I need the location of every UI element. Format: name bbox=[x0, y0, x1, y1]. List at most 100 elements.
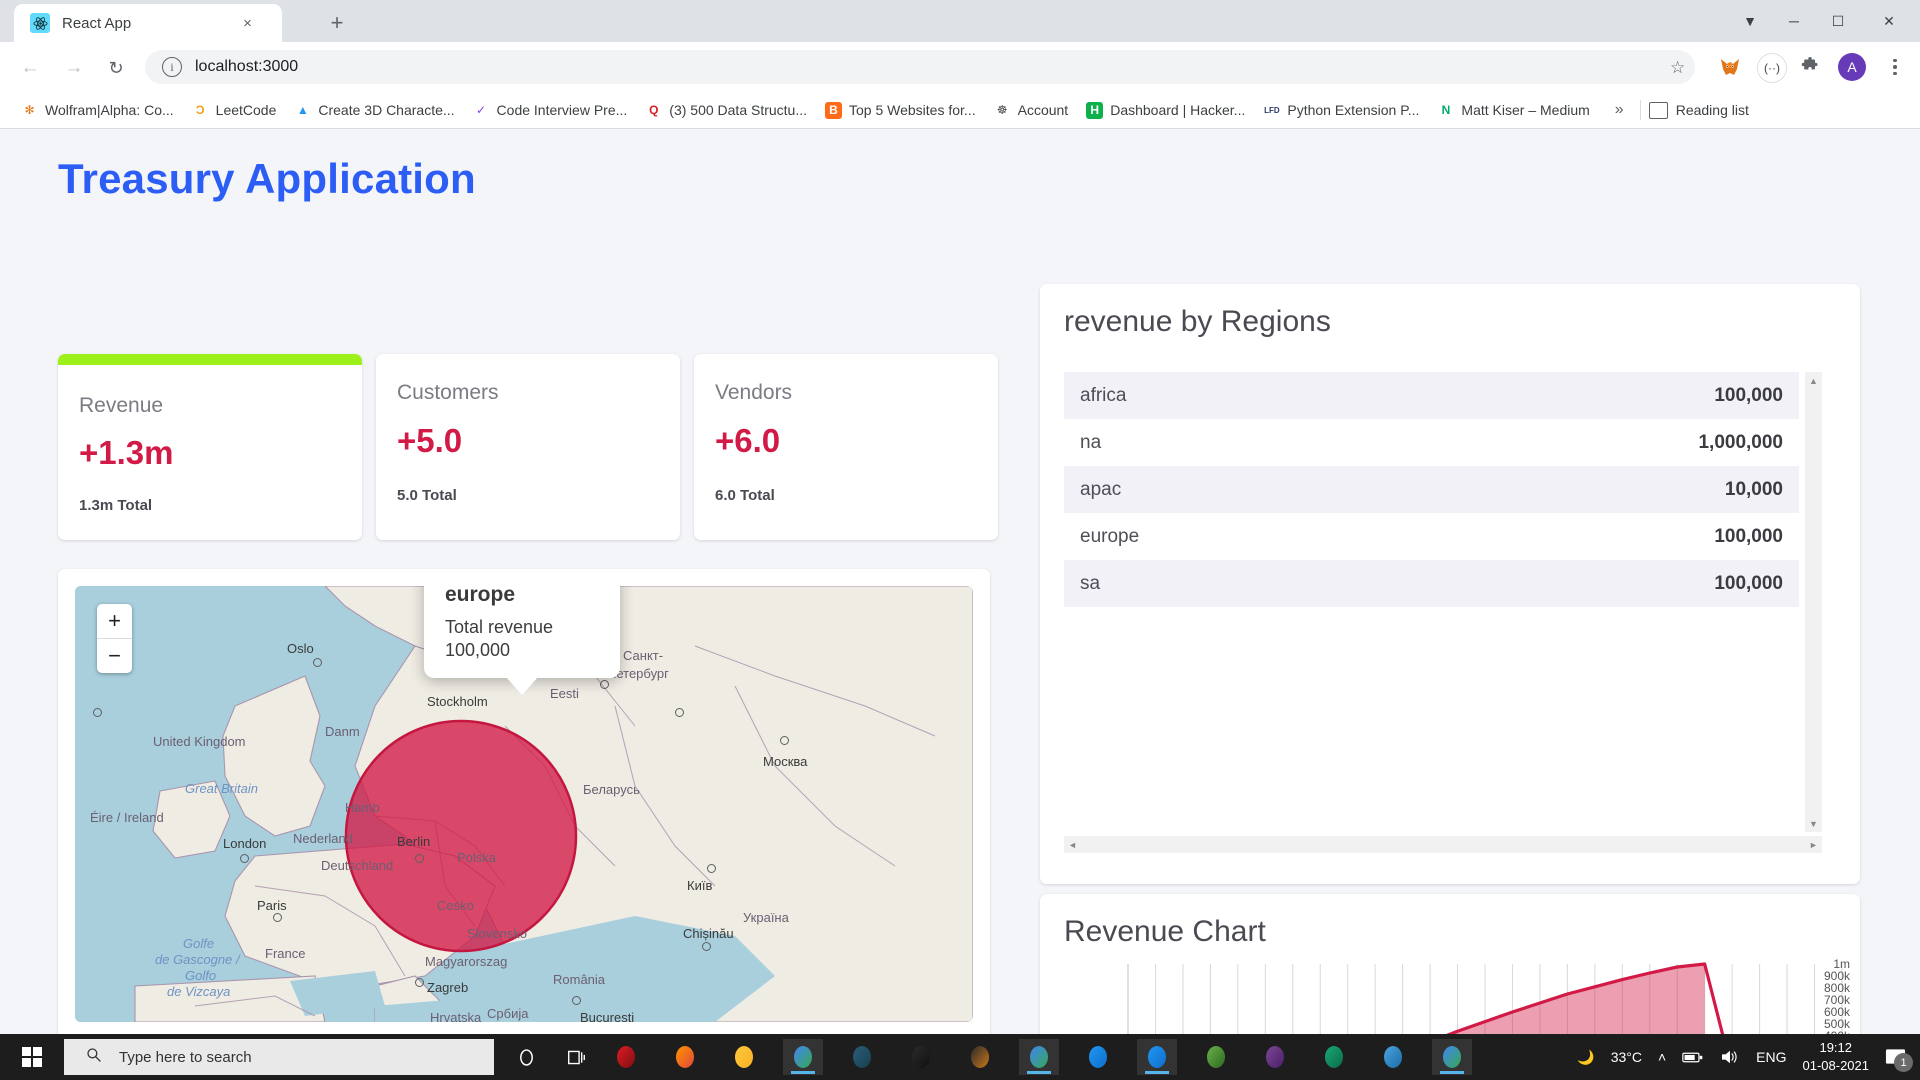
cortana-icon[interactable] bbox=[506, 1039, 546, 1075]
bookmark-favicon-icon: LFD bbox=[1264, 105, 1280, 115]
map-city-dot bbox=[415, 854, 424, 863]
taskbar-app-tor-browser[interactable] bbox=[1255, 1039, 1295, 1075]
bookmark-item[interactable]: ☸ Account bbox=[987, 97, 1076, 123]
chrome-canary-icon bbox=[1443, 1046, 1461, 1068]
revenue-chart[interactable]: 1m900k800k700k600k500k400k300k200k100k J… bbox=[1060, 956, 1850, 1034]
scroll-left-icon[interactable]: ◄ bbox=[1064, 836, 1081, 853]
maximize-button[interactable]: ☐ bbox=[1816, 0, 1860, 42]
task-view-icon[interactable] bbox=[556, 1039, 596, 1075]
bookmarks-overflow-icon[interactable]: » bbox=[1607, 101, 1632, 119]
regions-list[interactable]: africa 100,000 na 1,000,000 apac 10,000 europe… bbox=[1064, 372, 1822, 832]
address-bar[interactable]: i localhost:3000 bbox=[145, 50, 1695, 84]
taskbar-clock[interactable]: 19:12 01-08-2021 bbox=[1803, 1039, 1870, 1074]
reload-icon[interactable]: ↻ bbox=[100, 52, 132, 84]
bookmark-label: (3) 500 Data Structu... bbox=[669, 102, 808, 118]
map-city-dot bbox=[415, 978, 424, 987]
stat-cards: Revenue +1.3m 1.3m Total Customers +5.0 5.0 T… bbox=[58, 354, 998, 540]
forward-icon[interactable]: → bbox=[58, 52, 90, 84]
tray-expand-icon[interactable]: ˄ bbox=[1658, 1049, 1666, 1065]
region-name: sa bbox=[1080, 572, 1101, 594]
taskbar-app-vs-code[interactable] bbox=[1137, 1039, 1177, 1075]
language-indicator[interactable]: ENG bbox=[1756, 1049, 1786, 1065]
bookmark-favicon-icon: ✻ bbox=[24, 103, 35, 117]
bookmark-item[interactable]: Ɔ LeetCode bbox=[185, 97, 284, 123]
profile-avatar[interactable]: A bbox=[1838, 53, 1866, 81]
bookmark-star-icon[interactable]: ☆ bbox=[1670, 58, 1685, 78]
taskbar-app-chrome[interactable] bbox=[783, 1039, 823, 1075]
puzzle-icon[interactable] bbox=[1800, 57, 1820, 83]
minimize-button[interactable]: ─ bbox=[1772, 0, 1816, 42]
scroll-right-icon[interactable]: ► bbox=[1805, 836, 1822, 853]
site-info-icon[interactable]: i bbox=[162, 57, 182, 77]
table-row[interactable]: apac 10,000 bbox=[1064, 466, 1799, 513]
regions-horizontal-scrollbar[interactable]: ◄ ► bbox=[1064, 836, 1822, 853]
map-zoom-controls: + − bbox=[97, 604, 132, 673]
taskbar-app-chrome-canary[interactable] bbox=[1432, 1039, 1472, 1075]
temperature-label[interactable]: 33°C bbox=[1611, 1049, 1642, 1065]
region-value: 1,000,000 bbox=[1698, 431, 1783, 453]
taskbar-app-postman[interactable] bbox=[1196, 1039, 1236, 1075]
bookmark-item[interactable]: H Dashboard | Hacker... bbox=[1079, 97, 1252, 123]
taskbar-app-photoshop-arrow[interactable] bbox=[1078, 1039, 1118, 1075]
clock-time: 19:12 bbox=[1819, 1040, 1853, 1056]
browser-menu-icon[interactable] bbox=[1884, 54, 1906, 80]
bookmark-item[interactable]: ▲ Create 3D Characte... bbox=[287, 97, 461, 123]
tab-close-icon[interactable]: × bbox=[239, 15, 256, 32]
map-city-dot bbox=[313, 658, 322, 667]
reading-list-button[interactable]: Reading list bbox=[1648, 101, 1749, 119]
chart-title: Revenue Chart bbox=[1064, 915, 1266, 948]
zoom-out-button[interactable]: − bbox=[97, 639, 132, 673]
battery-icon[interactable] bbox=[1682, 1051, 1704, 1064]
taskbar-app-media-search[interactable] bbox=[1373, 1039, 1413, 1075]
file-explorer-icon bbox=[735, 1046, 753, 1068]
popup-close-icon[interactable]: × bbox=[599, 586, 609, 590]
bookmark-label: Account bbox=[1017, 102, 1069, 118]
taskbar-app-notion[interactable] bbox=[901, 1039, 941, 1075]
close-window-button[interactable]: ✕ bbox=[1864, 0, 1914, 42]
map-city-dot bbox=[600, 680, 609, 689]
volume-icon[interactable] bbox=[1720, 1049, 1740, 1065]
bookmark-item[interactable]: N Matt Kiser – Medium bbox=[1430, 97, 1596, 123]
taskbar-app-react-devtool[interactable] bbox=[1314, 1039, 1354, 1075]
weather-icon[interactable]: 🌙 bbox=[1577, 1049, 1594, 1066]
back-icon[interactable]: ← bbox=[14, 52, 46, 84]
metamask-icon[interactable] bbox=[1718, 55, 1742, 79]
bookmark-item[interactable]: LFD Python Extension P... bbox=[1256, 97, 1426, 123]
scroll-up-icon[interactable]: ▲ bbox=[1805, 372, 1822, 389]
stat-card: Revenue +1.3m 1.3m Total bbox=[58, 354, 362, 540]
bookmark-item[interactable]: Q (3) 500 Data Structu... bbox=[638, 97, 814, 123]
scroll-down-icon[interactable]: ▼ bbox=[1805, 815, 1822, 832]
taskbar-app-matlab[interactable] bbox=[842, 1039, 882, 1075]
new-tab-button[interactable]: + bbox=[322, 8, 352, 38]
taskbar-app-file-explorer[interactable] bbox=[724, 1039, 764, 1075]
bookmark-item[interactable]: ✻ Wolfram|Alpha: Co... bbox=[14, 97, 181, 123]
bookmark-item[interactable]: ✓ Code Interview Pre... bbox=[466, 97, 635, 123]
map-widget[interactable]: OsloHelsinkiСанкт-ПетербургStockholmEest… bbox=[75, 586, 973, 1022]
table-row[interactable]: europe 100,000 bbox=[1064, 513, 1799, 560]
taskbar-app-chrome-profile[interactable] bbox=[1019, 1039, 1059, 1075]
card-label: Customers bbox=[397, 381, 499, 404]
table-row[interactable]: sa 100,000 bbox=[1064, 560, 1799, 607]
table-row[interactable]: africa 100,000 bbox=[1064, 372, 1799, 419]
bookmark-item[interactable]: B Top 5 Websites for... bbox=[818, 97, 983, 123]
region-value: 100,000 bbox=[1714, 384, 1783, 406]
chevron-down-icon[interactable]: ▼ bbox=[1728, 0, 1772, 42]
browser-tab[interactable]: React App × bbox=[14, 4, 282, 42]
postman-icon bbox=[1207, 1046, 1225, 1068]
taskbar-search[interactable]: Type here to search bbox=[64, 1039, 494, 1075]
taskbar-app-adobe-acrobat[interactable] bbox=[606, 1039, 646, 1075]
notifications-button[interactable]: 1 bbox=[1885, 1048, 1913, 1072]
popup-value: 100,000 bbox=[445, 639, 511, 660]
taskbar-app-firefox[interactable] bbox=[665, 1039, 705, 1075]
zoom-in-button[interactable]: + bbox=[97, 604, 132, 639]
extension-circle-icon[interactable]: (··) bbox=[1758, 54, 1786, 82]
card-accent-bar bbox=[58, 354, 362, 365]
start-button[interactable] bbox=[8, 1041, 56, 1073]
map-card: OsloHelsinkiСанкт-ПетербургStockholmEest… bbox=[58, 569, 990, 1034]
regions-vertical-scrollbar[interactable]: ▲ ▼ bbox=[1805, 372, 1822, 832]
table-row[interactable]: na 1,000,000 bbox=[1064, 419, 1799, 466]
popup-title: europe bbox=[445, 586, 516, 606]
matlab-icon bbox=[853, 1046, 871, 1068]
taskbar-app-filezilla[interactable] bbox=[960, 1039, 1000, 1075]
react-devtool-icon bbox=[1325, 1046, 1343, 1068]
